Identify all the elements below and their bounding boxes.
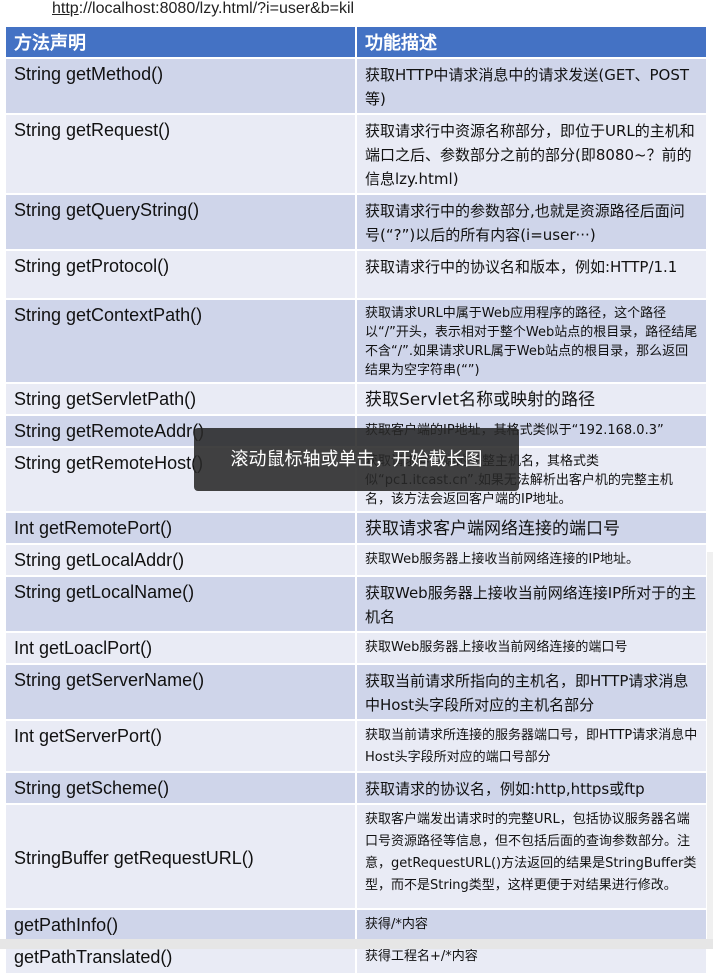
description-cell: 获取Web服务器上接收当前网络连接的IP地址。 — [356, 543, 708, 576]
table-row: String getLocalAddr() 获取Web服务器上接收当前网络连接的… — [6, 543, 708, 576]
table-row: String getServletPath() 获取Servlet名称或映射的路… — [6, 382, 708, 415]
screenshot-toast[interactable]: 滚动鼠标轴或单击，开始截长图 — [194, 428, 519, 491]
description-cell: 获取请求行中的参数部分,也就是资源路径后面问号(“?”)以后的所有内容(i=us… — [356, 193, 708, 250]
bottom-scroll-bar[interactable] — [0, 939, 713, 949]
description-cell: 获取HTTP中请求消息中的请求发送(GET、POST等) — [356, 57, 708, 114]
method-cell: String getRequest() — [6, 113, 357, 194]
table-row: Int getRemotePort() 获取请求客户端网络连接的端口号 — [6, 511, 708, 544]
table-row: String getProtocol() 获取请求行中的协议名和版本，例如:HT… — [6, 249, 708, 299]
description-cell: 获取请求URL中属于Web应用程序的路径，这个路径以“/”开头，表示相对于整个W… — [356, 298, 708, 383]
description-cell: 获取Servlet名称或映射的路径 — [356, 382, 708, 415]
description-cell: 获取当前请求所指向的主机名，即HTTP请求消息中Host头字段所对应的主机名部分 — [356, 663, 708, 720]
table-row: Int getServerPort() 获取当前请求所连接的服务器端口号，即HT… — [6, 719, 708, 772]
description-cell: 获取请求行中的协议名和版本，例如:HTTP/1.1 — [356, 249, 708, 299]
method-cell: String getScheme() — [6, 771, 357, 804]
api-method-table: 方法声明 功能描述 String getMethod() 获取HTTP中请求消息… — [6, 27, 708, 973]
method-cell: String getQueryString() — [6, 193, 357, 250]
description-cell: 获取请求的协议名，例如:http,https或ftp — [356, 771, 708, 804]
description-cell: 获取Web服务器上接收当前网络连接IP所对于的主机名 — [356, 575, 708, 632]
header-method: 方法声明 — [6, 27, 357, 58]
url-text[interactable]: http://localhost:8080/lzy.html/?i=user&b… — [52, 0, 354, 22]
description-cell: 获取请求行中资源名称部分，即位于URL的主机和端口之后、参数部分之前的部分(即8… — [356, 113, 708, 194]
method-cell: String getProtocol() — [6, 249, 357, 299]
table-row: String getContextPath() 获取请求URL中属于Web应用程… — [6, 298, 708, 383]
table-header-row: 方法声明 功能描述 — [6, 27, 708, 58]
method-cell: String getLocalName() — [6, 575, 357, 632]
method-cell: String getServerName() — [6, 663, 357, 720]
table-row: String getRequest() 获取请求行中资源名称部分，即位于URL的… — [6, 113, 708, 194]
table-row: getPathInfo() 获得/*内容 — [6, 908, 708, 941]
table-row: String getQueryString() 获取请求行中的参数部分,也就是资… — [6, 193, 708, 250]
table-row: String getServerName() 获取当前请求所指向的主机名，即HT… — [6, 663, 708, 720]
url-scheme[interactable]: http — [52, 0, 79, 17]
url-rest: ://localhost:8080/lzy.html/?i=user&b=kil — [78, 0, 355, 17]
method-cell: Int getServerPort() — [6, 719, 357, 772]
table-row: String getScheme() 获取请求的协议名，例如:http,http… — [6, 771, 708, 804]
table-row: String getLocalName() 获取Web服务器上接收当前网络连接I… — [6, 575, 708, 632]
method-cell: String getLocalAddr() — [6, 543, 357, 576]
method-cell: Int getRemotePort() — [6, 511, 357, 544]
method-cell: Int getLoaclPort() — [6, 631, 357, 664]
method-cell: String getContextPath() — [6, 298, 357, 383]
header-description: 功能描述 — [356, 27, 708, 58]
method-cell: String getServletPath() — [6, 382, 357, 415]
table-row: String getMethod() 获取HTTP中请求消息中的请求发送(GET… — [6, 57, 708, 114]
description-cell: 获取当前请求所连接的服务器端口号，即HTTP请求消息中Host头字段所对应的端口… — [356, 719, 708, 772]
description-cell: 获得/*内容 — [356, 908, 708, 941]
table-row: StringBuffer getRequestURL() 获取客户端发出请求时的… — [6, 803, 708, 909]
table-row: Int getLoaclPort() 获取Web服务器上接收当前网络连接的端口号 — [6, 631, 708, 664]
description-cell: 获取客户端发出请求时的完整URL，包括协议服务器名端口号资源路径等信息，但不包括… — [356, 803, 708, 909]
method-cell: getPathInfo() — [6, 908, 357, 941]
description-cell: 获取请求客户端网络连接的端口号 — [356, 511, 708, 544]
method-cell: StringBuffer getRequestURL() — [6, 803, 357, 909]
description-cell: 获取Web服务器上接收当前网络连接的端口号 — [356, 631, 708, 664]
page-edge-strip — [707, 552, 713, 939]
method-cell: String getMethod() — [6, 57, 357, 114]
